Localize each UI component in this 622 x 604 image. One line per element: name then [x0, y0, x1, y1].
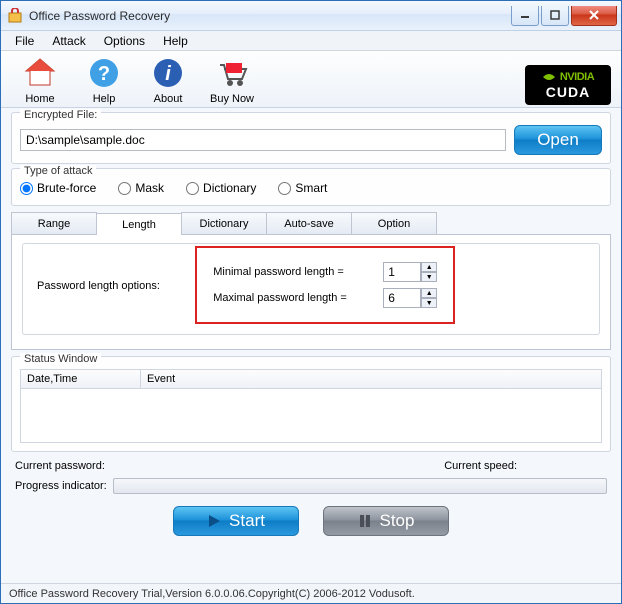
toolbar-home[interactable]: Home	[11, 55, 69, 105]
radio-smart-label: Smart	[295, 181, 327, 195]
menu-help[interactable]: Help	[155, 33, 196, 49]
toolbar-home-label: Home	[11, 93, 69, 105]
svg-text:i: i	[165, 63, 171, 85]
minimize-button[interactable]	[511, 6, 539, 26]
current-speed-label: Current speed:	[444, 460, 517, 472]
help-icon: ?	[86, 55, 122, 91]
statusbar-text: Office Password Recovery Trial,Version 6…	[9, 588, 415, 600]
menu-options[interactable]: Options	[96, 33, 153, 49]
radio-mask-label: Mask	[135, 181, 164, 195]
svg-text:?: ?	[98, 63, 110, 85]
cart-icon	[214, 55, 250, 91]
progress-bar	[113, 478, 607, 494]
menubar: File Attack Options Help	[1, 31, 621, 51]
cuda-name: CUDA	[546, 84, 590, 100]
open-button[interactable]: Open	[514, 125, 602, 155]
tab-length[interactable]: Length	[96, 213, 182, 235]
start-button[interactable]: Start	[173, 506, 299, 536]
start-button-label: Start	[229, 511, 265, 531]
radio-dictionary-label: Dictionary	[203, 181, 256, 195]
radio-smart[interactable]: Smart	[278, 181, 327, 195]
min-length-spinner[interactable]: ▲ ▼	[383, 262, 437, 282]
action-row: Start Stop	[11, 506, 611, 536]
menu-file[interactable]: File	[7, 33, 42, 49]
titlebar: Office Password Recovery	[1, 1, 621, 31]
settings-tabs: Range Length Dictionary Auto-save Option…	[11, 210, 611, 350]
window-title: Office Password Recovery	[29, 9, 511, 23]
radio-bruteforce-label: Brute-force	[37, 181, 96, 195]
status-window-group: Status Window Date,Time Event	[11, 356, 611, 452]
maximize-button[interactable]	[541, 6, 569, 26]
encrypted-file-label: Encrypted File:	[20, 109, 101, 121]
radio-bruteforce[interactable]: Brute-force	[20, 181, 96, 195]
status-col-event: Event	[141, 370, 601, 388]
progress-row: Progress indicator:	[11, 478, 611, 494]
tab-length-panel: Password length options: Minimal passwor…	[11, 235, 611, 350]
main-area: Encrypted File: Open Type of attack Brut…	[1, 108, 621, 583]
toolbar-help-label: Help	[75, 93, 133, 105]
max-length-spinner[interactable]: ▲ ▼	[383, 288, 437, 308]
status-table-header: Date,Time Event	[20, 369, 602, 389]
home-icon	[22, 55, 58, 91]
max-length-label: Maximal password length =	[213, 292, 373, 304]
cuda-badge: NVIDIA CUDA	[525, 65, 611, 105]
password-length-options-label: Password length options:	[33, 280, 164, 292]
min-length-down[interactable]: ▼	[421, 272, 437, 282]
close-button[interactable]	[571, 6, 617, 26]
radio-dictionary[interactable]: Dictionary	[186, 181, 256, 195]
app-icon	[7, 8, 23, 24]
min-length-label: Minimal password length =	[213, 266, 373, 278]
stop-button[interactable]: Stop	[323, 506, 449, 536]
window-controls	[511, 6, 617, 26]
status-window-label: Status Window	[20, 353, 101, 365]
encrypted-file-input[interactable]	[20, 129, 506, 151]
status-table-body	[20, 389, 602, 443]
status-col-date: Date,Time	[21, 370, 141, 388]
menu-attack[interactable]: Attack	[44, 33, 93, 49]
attack-type-group: Type of attack Brute-force Mask Dictiona…	[11, 168, 611, 206]
current-password-label: Current password:	[15, 460, 105, 472]
info-row: Current password: Current speed:	[11, 460, 611, 472]
encrypted-file-group: Encrypted File: Open	[11, 112, 611, 164]
max-length-up[interactable]: ▲	[421, 288, 437, 298]
tab-dictionary[interactable]: Dictionary	[181, 212, 267, 234]
cuda-brand: NVIDIA	[560, 71, 594, 83]
radio-mask[interactable]: Mask	[118, 181, 164, 195]
play-icon	[207, 514, 221, 528]
toolbar: Home ? Help i About Buy Now NVIDIA CUDA	[1, 51, 621, 108]
attack-type-label: Type of attack	[20, 165, 96, 177]
max-length-down[interactable]: ▼	[421, 298, 437, 308]
highlight-box: Minimal password length = ▲ ▼ Maximal pa…	[195, 246, 455, 324]
toolbar-about-label: About	[139, 93, 197, 105]
max-length-input[interactable]	[383, 288, 421, 308]
statusbar: Office Password Recovery Trial,Version 6…	[1, 583, 621, 603]
password-length-options-group: Password length options: Minimal passwor…	[22, 243, 600, 335]
progress-label: Progress indicator:	[15, 480, 107, 492]
min-length-up[interactable]: ▲	[421, 262, 437, 272]
tab-option[interactable]: Option	[351, 212, 437, 234]
toolbar-buynow-label: Buy Now	[203, 93, 261, 105]
info-icon: i	[150, 55, 186, 91]
toolbar-buynow[interactable]: Buy Now	[203, 55, 261, 105]
tab-range[interactable]: Range	[11, 212, 97, 234]
stop-button-label: Stop	[380, 511, 415, 531]
tab-autosave[interactable]: Auto-save	[266, 212, 352, 234]
nvidia-eye-icon	[542, 70, 556, 84]
min-length-input[interactable]	[383, 262, 421, 282]
toolbar-help[interactable]: ? Help	[75, 55, 133, 105]
toolbar-about[interactable]: i About	[139, 55, 197, 105]
pause-icon	[358, 514, 372, 528]
